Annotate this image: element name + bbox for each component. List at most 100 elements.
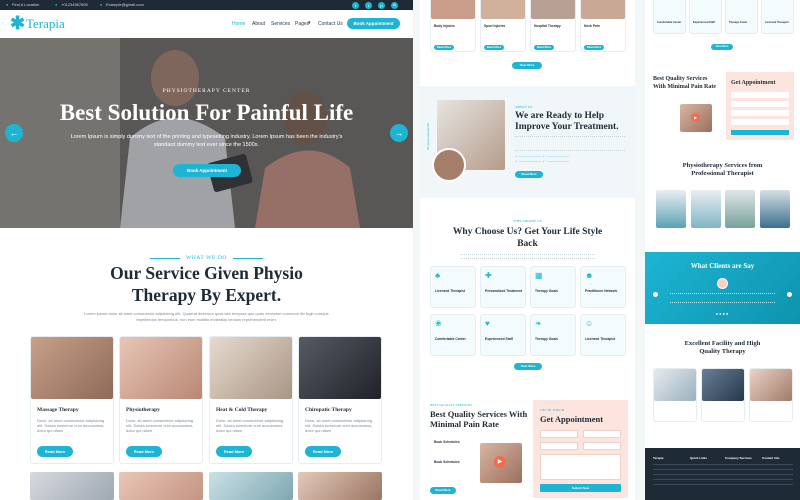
feature-card: ♥ Experienced Staff (480, 314, 526, 356)
topbar-email[interactable]: Example@gmail.com (106, 0, 144, 10)
team-photo (691, 190, 721, 228)
read-more-button[interactable]: Read More (37, 446, 73, 457)
nav-services[interactable]: Services (271, 21, 290, 27)
client-avatar (717, 278, 728, 289)
mini-card-title: Hospital Therapy (534, 24, 561, 28)
feature-card: Therapy Goals (725, 0, 758, 34)
mini-service-card: Neck Pain Read More (580, 0, 626, 52)
play-icon[interactable]: ▶ (494, 456, 506, 468)
service-card-image (210, 337, 292, 399)
services-title-line2: Therapy By Expert. (131, 285, 282, 305)
feature-card: ☺ Licensed Therapist (580, 314, 626, 356)
team-title: Physiotherapy Services from Professional… (682, 162, 763, 177)
service-card-row2-image (30, 472, 114, 500)
hero-prev-arrow-icon[interactable]: ← (5, 124, 23, 142)
facility-image (750, 369, 792, 401)
phone-icon: ● (55, 2, 58, 7)
why-eyebrow: WHY CHOOSE US (513, 219, 542, 223)
why-text (460, 254, 595, 259)
mini-read-more-button[interactable]: Read More (434, 45, 454, 50)
view-more-button[interactable]: View More (711, 44, 733, 50)
mini-read-more-button[interactable]: Read More (534, 45, 554, 50)
hero-section: PHYSIOTHERAPY CENTER Best Solution For P… (0, 38, 413, 228)
nav-home[interactable]: Home (232, 21, 245, 27)
medical-kit-icon: ✚ (485, 271, 492, 280)
email-field[interactable] (583, 430, 621, 438)
appointment-title: Get Appointment (540, 414, 604, 424)
topbar-phone[interactable]: +01234567890 (61, 0, 88, 10)
read-more-button[interactable]: Read More (216, 446, 252, 457)
feature-title: Licensed Therapist (435, 289, 466, 293)
book-appointment-button[interactable]: Book Appointment (347, 18, 400, 29)
read-more-button[interactable]: Read More (305, 446, 341, 457)
twitter-icon[interactable]: t (365, 2, 372, 9)
testimonial-next-icon[interactable] (787, 292, 792, 297)
facility-card (701, 368, 745, 422)
about-title: We are Ready to Help Improve Your Treatm… (515, 111, 619, 132)
heart-icon: ♥ (485, 319, 490, 328)
mini-card-title: Sport Injuries (484, 24, 506, 28)
team-icon: ☻ (585, 271, 594, 280)
name-field[interactable] (540, 430, 578, 438)
submit-button[interactable]: Submit Now (540, 484, 621, 492)
topbar-address[interactable]: Find A Location (12, 0, 39, 10)
top-bar: ● Find A Location ● +01234567890 ● Examp… (0, 0, 413, 10)
phone-field[interactable] (540, 442, 578, 450)
feature-card: Licensed Therapist (761, 0, 794, 34)
play-icon[interactable]: ▶ (691, 113, 700, 122)
quality-section: BEST QUALITY SERVICES Best Quality Servi… (420, 395, 635, 500)
feature-title: Therapy Goals (729, 21, 748, 24)
feature-card: Comfortable Center (653, 0, 686, 34)
view-more-button[interactable]: View More (512, 62, 542, 69)
mini-card-image (481, 0, 525, 19)
quality-title: Best Quality Services With Minimal Pain … (653, 76, 717, 90)
main-header: ✱ Terapia Home About Services Pages ▾ Co… (0, 10, 413, 38)
facebook-icon[interactable]: f (352, 2, 359, 9)
quality-read-more-button[interactable]: Read More (430, 487, 456, 494)
lotus-icon: ❀ (435, 319, 442, 328)
submit-button[interactable] (731, 130, 789, 135)
footer-heading: Terapia (653, 456, 664, 460)
appointment-form: Get Appointment (726, 72, 794, 140)
service-card-row2-image (209, 472, 293, 500)
pinterest-icon[interactable]: p (378, 2, 385, 9)
form-fields[interactable] (731, 92, 789, 126)
mini-card-image (531, 0, 575, 19)
feature-title: Therapy Goals (535, 289, 558, 293)
hero-book-button[interactable]: Book Appointment (173, 164, 241, 177)
mail-icon: ● (100, 2, 103, 7)
mini-read-more-button[interactable]: Read More (484, 45, 504, 50)
service-card-title: Massage Therapy (37, 407, 79, 413)
hospital-icon: ▦ (535, 271, 543, 280)
homepage-column-main: ● Find A Location ● +01234567890 ● Examp… (0, 0, 413, 500)
feature-title: Experienced Staff (693, 21, 715, 24)
service-card-title: Heat & Cold Therapy (216, 407, 268, 413)
clients-title: What Clients are Say (690, 262, 755, 270)
services-intro-text: Lorem ipsum dolor sit amet consectetur a… (84, 311, 329, 322)
feature-title: Comfortable Center (435, 337, 466, 341)
logo-text[interactable]: Terapia (26, 16, 65, 32)
feature-title: Licensed Therapist (765, 21, 789, 24)
feature-title: Personalized Treatment (485, 289, 523, 293)
services-title-line1: Our Service Given Physio (110, 263, 303, 283)
carousel-dots[interactable]: ●●●● (645, 311, 800, 316)
service-card-text: Dolor, sit amet consectetur adipisicing … (126, 418, 194, 433)
nav-contact[interactable]: Contact Us (318, 21, 343, 27)
why-view-more-button[interactable]: View More (514, 363, 542, 370)
read-more-button[interactable]: Read More (126, 446, 162, 457)
team-photo (760, 190, 790, 228)
about-read-more-button[interactable]: Read More (515, 171, 543, 178)
testimonial-prev-icon[interactable] (653, 292, 658, 297)
service-card: Massage Therapy Dolor, sit amet consecte… (30, 336, 114, 464)
facility-title: Excellent Facility and High Quality Ther… (684, 340, 761, 355)
linkedin-icon[interactable]: in (391, 2, 398, 9)
mini-read-more-button[interactable]: Read More (584, 45, 604, 50)
appointment-title: Get Appointment (731, 80, 776, 86)
nav-about[interactable]: About (252, 21, 265, 27)
feature-card: Experienced Staff (689, 0, 722, 34)
hero-next-arrow-icon[interactable]: → (390, 124, 408, 142)
service-card-text: Dolor, sit amet consectetur adipisicing … (216, 418, 284, 433)
footer-heading: Quick Links (690, 456, 708, 460)
message-field[interactable] (540, 454, 621, 480)
date-field[interactable] (583, 442, 621, 450)
